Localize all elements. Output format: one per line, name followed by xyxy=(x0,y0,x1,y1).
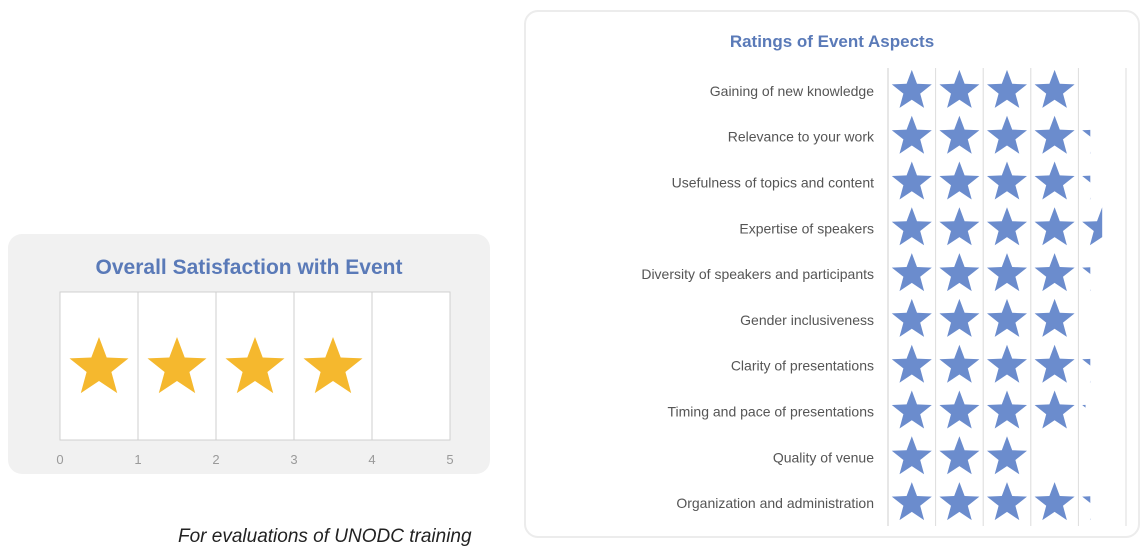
aspect-star xyxy=(1082,267,1091,292)
aspect-category-label: Gaining of new knowledge xyxy=(710,83,874,99)
aspect-star xyxy=(939,253,980,292)
aspect-star xyxy=(1082,358,1091,383)
overall-tick-label: 2 xyxy=(212,452,219,467)
aspect-star xyxy=(891,207,932,246)
aspect-star xyxy=(1034,344,1075,383)
figure-caption: For evaluations of UNODC training xyxy=(178,526,472,547)
aspect-star xyxy=(987,344,1027,383)
aspect-category-label: Relevance to your work xyxy=(728,129,875,145)
aspect-star xyxy=(939,115,980,154)
aspect-star xyxy=(1082,404,1086,408)
aspect-star xyxy=(1034,69,1075,108)
aspect-star xyxy=(891,161,932,200)
aspect-star xyxy=(1034,390,1075,429)
aspect-star xyxy=(939,390,980,429)
aspect-star xyxy=(939,207,980,246)
aspect-star xyxy=(1034,298,1075,337)
aspect-star xyxy=(891,482,932,521)
aspect-star xyxy=(1034,482,1075,521)
aspect-star xyxy=(1034,207,1075,246)
aspect-star xyxy=(987,69,1027,108)
aspect-category-label: Quality of venue xyxy=(773,449,874,465)
aspect-category-label: Gender inclusiveness xyxy=(740,312,874,328)
aspect-star xyxy=(891,298,932,337)
aspect-star xyxy=(987,207,1027,246)
aspect-star xyxy=(939,161,980,200)
overall-tick-label: 0 xyxy=(56,452,63,467)
aspect-star xyxy=(891,253,932,292)
overall-tick-label: 4 xyxy=(368,452,375,467)
overall-tick-label: 1 xyxy=(134,452,141,467)
aspect-star xyxy=(1034,161,1075,200)
overall-satisfaction-card: Overall Satisfaction with Event 012345 xyxy=(8,234,490,474)
aspect-star xyxy=(1082,207,1103,246)
aspect-star xyxy=(1082,496,1091,521)
overall-tick-label: 5 xyxy=(446,452,453,467)
aspects-chart: Gaining of new knowledge Relevance to you… xyxy=(641,68,1127,526)
overall-chart: 0 1 2 3 4 5 xyxy=(56,291,454,467)
overall-tick-label: 3 xyxy=(290,452,297,467)
aspect-star xyxy=(987,436,1027,475)
aspect-star xyxy=(987,115,1027,154)
aspect-star xyxy=(891,436,932,475)
aspect-category-label: Organization and administration xyxy=(676,495,874,511)
aspect-star xyxy=(1035,436,1075,474)
aspect-star xyxy=(1034,115,1075,154)
aspect-star xyxy=(891,390,932,429)
aspect-star xyxy=(1082,129,1091,154)
aspect-star xyxy=(987,253,1027,292)
aspect-star xyxy=(987,390,1027,429)
aspect-star xyxy=(1082,175,1091,200)
aspect-star xyxy=(987,298,1027,337)
aspect-category-label: Expertise of speakers xyxy=(739,220,874,236)
aspect-star xyxy=(891,115,932,154)
aspect-category-label: Timing and pace of presentations xyxy=(668,404,875,420)
aspect-star xyxy=(939,436,980,475)
aspect-star xyxy=(891,69,932,108)
aspect-category-label: Usefulness of topics and content xyxy=(672,175,874,191)
aspect-star xyxy=(939,344,980,383)
aspect-star xyxy=(939,298,980,337)
aspect-star xyxy=(939,69,980,108)
aspect-star xyxy=(891,344,932,383)
aspect-category-label: Clarity of presentations xyxy=(731,358,874,374)
aspect-star xyxy=(987,161,1027,200)
aspect-category-label: Diversity of speakers and participants xyxy=(641,266,874,282)
aspect-star xyxy=(1034,253,1075,292)
aspect-star xyxy=(987,482,1027,521)
aspect-star xyxy=(939,482,980,521)
aspect-ratings-card: Ratings of Event Aspects Gaining of new … xyxy=(524,10,1140,538)
